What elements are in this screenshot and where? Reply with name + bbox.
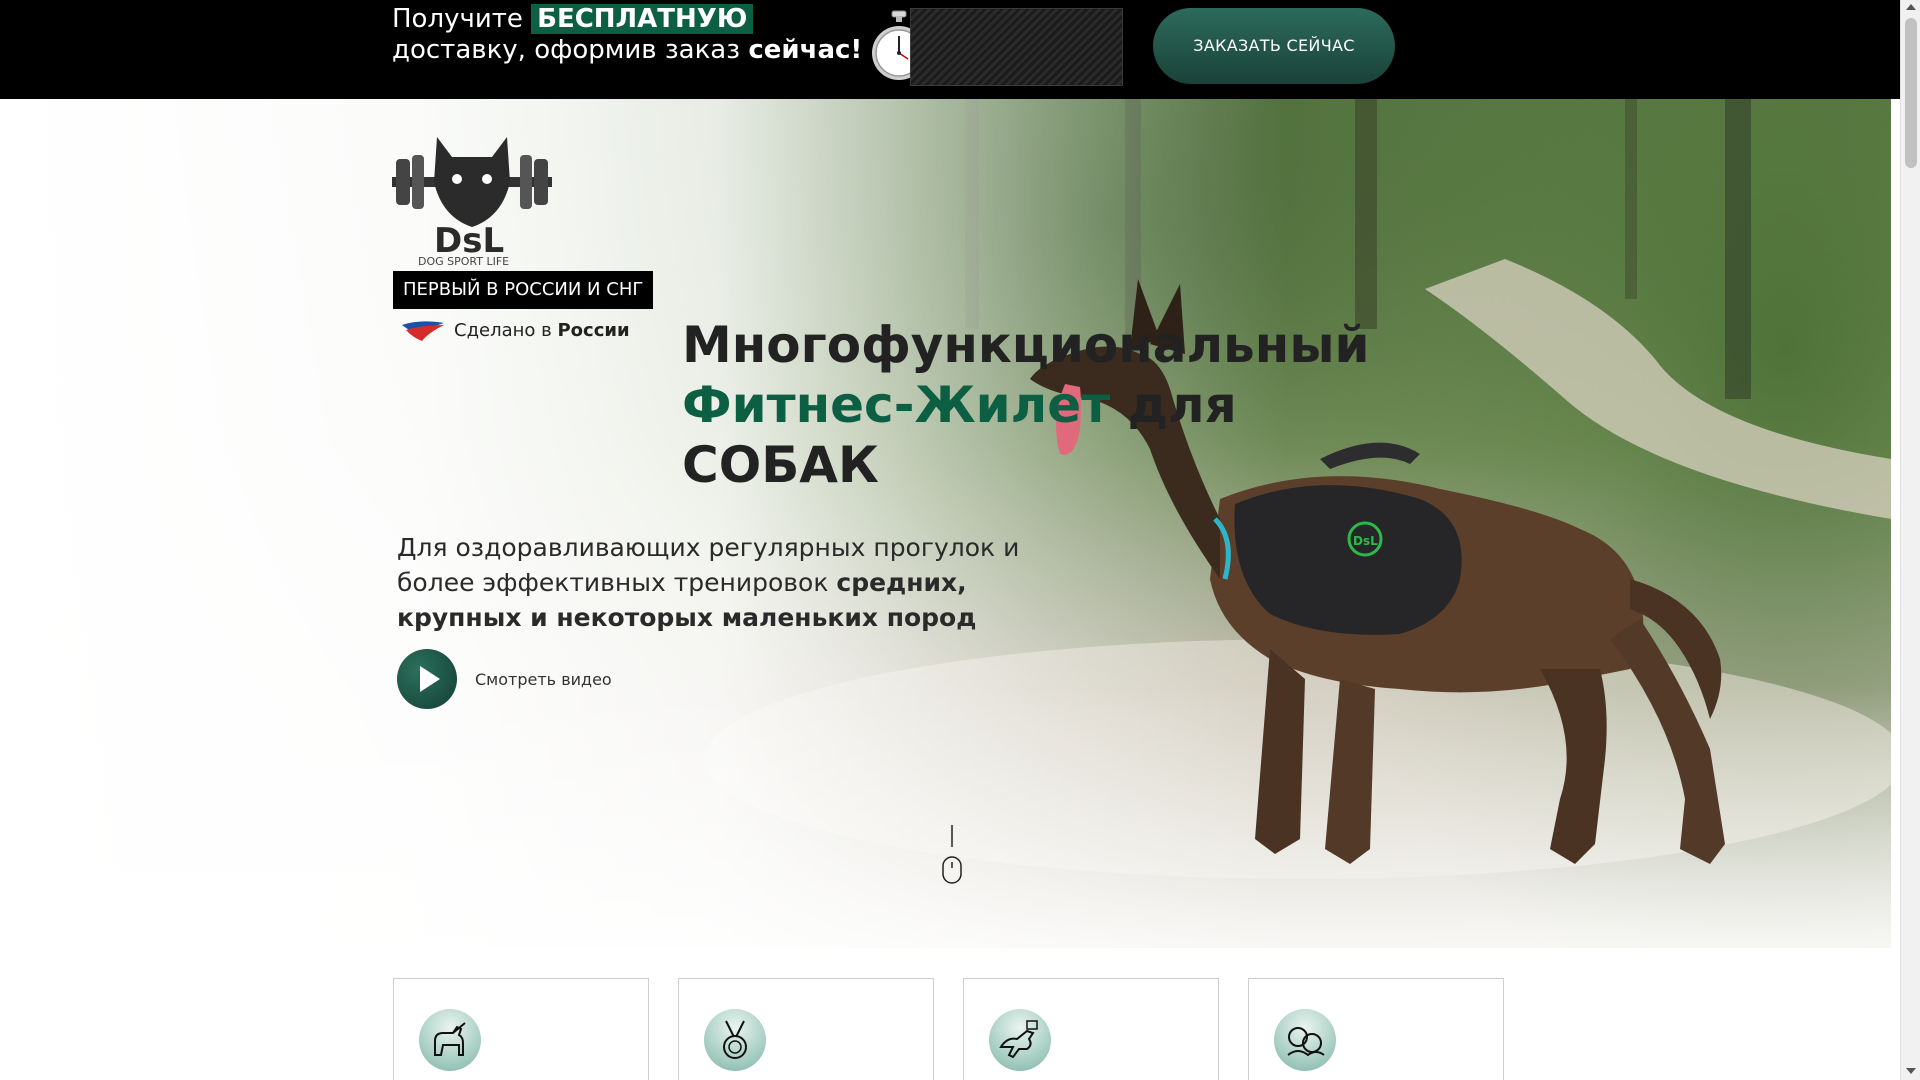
title-line3: СОБАК bbox=[682, 436, 879, 494]
promo-text: Получите БЕСПЛАТНУЮ доставку, оформив за… bbox=[392, 4, 862, 66]
hero-title: Многофункциональный Фитнес-Жилет для СОБ… bbox=[682, 315, 1370, 495]
promo-line2-bold: сейчас! bbox=[748, 35, 863, 65]
order-now-button[interactable]: ЗАКАЗАТЬ СЕЙЧАС bbox=[1153, 8, 1395, 84]
title-line2-rest: для bbox=[1127, 376, 1237, 434]
made-country: России bbox=[557, 319, 630, 341]
made-in-russia: Сделано в России bbox=[400, 317, 630, 343]
feature-card-4 bbox=[1248, 978, 1504, 1080]
scrollbar-thumb[interactable] bbox=[1905, 18, 1917, 168]
guide-dog-icon bbox=[419, 1009, 481, 1071]
logo-subtext: DOG SPORT LIFE bbox=[418, 255, 509, 267]
promo-bar: Получите БЕСПЛАТНУЮ доставку, оформив за… bbox=[0, 0, 1900, 99]
feature-card-1 bbox=[393, 978, 649, 1080]
dog-breeds-icon bbox=[1274, 1009, 1336, 1071]
title-green: Фитнес-Жилет bbox=[682, 376, 1111, 434]
promo-line1-prefix: Получите bbox=[392, 4, 523, 34]
agility-dog-icon bbox=[989, 1009, 1051, 1071]
feature-card-3 bbox=[963, 978, 1219, 1080]
medal-icon bbox=[704, 1009, 766, 1071]
scroll-down-mouse-icon[interactable] bbox=[940, 825, 964, 885]
title-line1: Многофункциональный bbox=[682, 316, 1370, 374]
scroll-down-icon[interactable] bbox=[1906, 1068, 1916, 1074]
countdown-timer bbox=[910, 8, 1123, 86]
promo-highlight: БЕСПЛАТНУЮ bbox=[531, 4, 754, 34]
hero-subtitle: Для оздоравливающих регулярных прогулок … bbox=[397, 530, 1037, 635]
made-prefix: Сделано в bbox=[454, 319, 552, 341]
svg-text:DsL: DsL bbox=[1353, 534, 1378, 548]
watch-video[interactable]: Смотреть видео bbox=[397, 649, 612, 709]
feature-card-2 bbox=[678, 978, 934, 1080]
hero-section: DsL DsL DOG SPORT LIFE ПЕРВЫЙ В РОССИИ И… bbox=[5, 99, 1891, 948]
video-label[interactable]: Смотреть видео bbox=[475, 670, 612, 689]
dsl-logo: DsL DOG SPORT LIFE bbox=[392, 137, 552, 267]
scroll-up-icon[interactable] bbox=[1906, 4, 1916, 10]
promo-line2-prefix: доставку, оформив заказ bbox=[392, 35, 741, 65]
russian-flag-swoosh-icon bbox=[402, 321, 444, 341]
play-icon[interactable] bbox=[397, 649, 457, 709]
first-in-russia-badge: ПЕРВЫЙ В РОССИИ И СНГ bbox=[393, 271, 654, 309]
page-scrollbar[interactable] bbox=[1900, 0, 1920, 1080]
